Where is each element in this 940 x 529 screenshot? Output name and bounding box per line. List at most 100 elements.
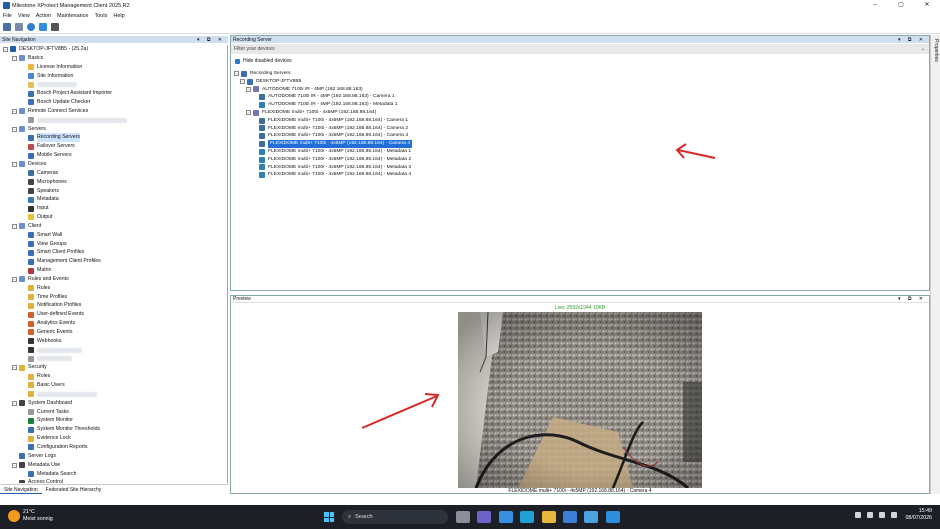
collapse-toggle-icon[interactable]: − (240, 79, 245, 85)
collapse-toggle-icon[interactable]: − (12, 108, 17, 114)
nav-item-time-profiles[interactable]: Time Profiles (0, 293, 227, 302)
nav-item-analytics-events[interactable]: Analytics Events (0, 319, 227, 328)
panel-controls[interactable]: ▾ ⧉ ✕ (197, 37, 225, 43)
nav-item-view-groups[interactable]: View Groups (0, 240, 227, 249)
tab-federated-site-hierarchy[interactable]: Federated Site Hierarchy (42, 485, 106, 494)
nav-item-current-tasks[interactable]: Current Tasks (0, 408, 227, 417)
nav-item-redacted[interactable] (0, 355, 227, 364)
hide-disabled-checkbox[interactable]: Hide disabled devices (235, 58, 292, 64)
collapse-toggle-icon[interactable]: − (12, 55, 17, 61)
copilot-icon[interactable] (498, 511, 513, 523)
menu-file[interactable]: File (3, 13, 12, 19)
clock[interactable]: 15:49 08/07/2026 (905, 508, 932, 522)
nav-item-user-defined-events[interactable]: User-defined Events (0, 310, 227, 319)
nav-item-security[interactable]: − Security (0, 363, 227, 372)
nav-item-redacted[interactable] (0, 346, 227, 355)
chevron-down-icon[interactable]: ⌄ (921, 46, 925, 52)
device-flexidome-multi-7100i-4x5mp-192-168-88-164-metadata-1[interactable]: FLEXIDOME multi+ 7100i - 4x5MP (192.168.… (234, 148, 412, 156)
nav-item-input[interactable]: Input (0, 204, 227, 213)
save-icon[interactable] (3, 23, 11, 31)
nav-item-license-information[interactable]: License Information (0, 63, 227, 72)
volume-icon[interactable] (891, 512, 898, 518)
nav-item-basic-users[interactable]: Basic Users (0, 381, 227, 390)
nav-item-configuration-reports[interactable]: Configuration Reports (0, 443, 227, 452)
device-filter-input[interactable]: Filter your devices ⌄ (231, 44, 929, 54)
nav-item-generic-events[interactable]: Generic Events (0, 328, 227, 337)
nav-item-failover-servers[interactable]: Failover Servers (0, 142, 227, 151)
collapse-toggle-icon[interactable]: − (12, 161, 17, 167)
nav-item-system-monitor-thresholds[interactable]: System Monitor Thresholds (0, 425, 227, 434)
properties-side-panel[interactable]: Properties (930, 35, 940, 494)
panel-controls[interactable]: ▾ ⧉ ✕ (898, 37, 926, 43)
task-view-icon[interactable] (456, 511, 470, 523)
teams-icon[interactable] (477, 511, 492, 523)
nav-item-notification-profiles[interactable]: Notification Profiles (0, 301, 227, 310)
device-flexidome-multi-7100i-4x5mp-192-168-88-164-metadata-4[interactable]: FLEXIDOME multi+ 7100i - 4x5MP (192.168.… (234, 171, 412, 179)
network-status-icon[interactable] (867, 512, 874, 518)
nav-item-remote-connect-services[interactable]: − Remote Connect Services (0, 107, 227, 116)
nav-item-metadata[interactable]: Metadata (0, 195, 227, 204)
nav-item-site-information[interactable]: Site Information (0, 72, 227, 81)
nav-item-bosch-project-assistant-importer[interactable]: Bosch Project Assistant Importer (0, 89, 227, 98)
nav-item-rules[interactable]: Rules (0, 284, 227, 293)
nav-item-recording-servers[interactable]: Recording Servers (0, 133, 227, 143)
collapse-toggle-icon[interactable]: − (234, 71, 239, 77)
nav-item-cameras[interactable]: Cameras (0, 169, 227, 178)
checkbox-checked-icon[interactable] (235, 58, 240, 64)
collapse-toggle-icon[interactable]: − (12, 365, 17, 371)
weather-widget[interactable]: 21°C Meist sonnig (8, 509, 53, 523)
xprotect-client-icon[interactable] (39, 23, 47, 31)
nav-item-desktop-jftv8b5-25-2a[interactable]: − DESKTOP-JFTV8B5 - (25.2a) (0, 45, 227, 54)
nav-item-redacted[interactable] (0, 80, 227, 89)
nav-item-microphones[interactable]: Microphones (0, 178, 227, 187)
nav-item-servers[interactable]: − Servers (0, 125, 227, 134)
device-recording-servers[interactable]: − Recording Servers (234, 70, 412, 78)
device-flexidome-multi-7100i-4x5mp-192-168-88-164-camera-2[interactable]: FLEXIDOME multi+ 7100i - 4x5MP (192.168.… (234, 125, 412, 133)
device-flexidome-multi-7100i-4x5mp-192-168-88-164-camera-4[interactable]: FLEXIDOME multi+ 7100i - 4x5MP (192.168.… (234, 140, 413, 148)
menu-tools[interactable]: Tools (95, 13, 108, 19)
collapse-toggle-icon[interactable]: − (246, 86, 251, 92)
nav-item-basics[interactable]: − Basics (0, 54, 227, 63)
collapse-toggle-icon[interactable]: − (12, 276, 17, 282)
device-flexidome-multi-7100i-4x5mp-192-168-88-164-camera-3[interactable]: FLEXIDOME multi+ 7100i - 4x5MP (192.168.… (234, 132, 412, 140)
nav-item-webhooks[interactable]: Webhooks (0, 337, 227, 346)
nav-item-devices[interactable]: − Devices (0, 160, 227, 169)
nav-item-server-logs[interactable]: Server Logs (0, 452, 227, 461)
refresh-icon[interactable] (15, 23, 23, 31)
collapse-toggle-icon[interactable]: − (12, 462, 17, 468)
store-icon[interactable] (562, 511, 577, 523)
chevron-up-icon[interactable] (855, 512, 862, 518)
explorer-icon[interactable] (541, 511, 556, 523)
nav-item-client[interactable]: − Client (0, 222, 227, 231)
nav-item-speakers[interactable]: Speakers (0, 187, 227, 196)
menu-help[interactable]: Help (113, 13, 124, 19)
device-flexidome-multi-7100i-4x5mp-192-168-88-164-camera-1[interactable]: FLEXIDOME multi+ 7100i - 4x5MP (192.168.… (234, 117, 412, 125)
nav-item-access-control[interactable]: Access Control (0, 478, 227, 483)
menu-view[interactable]: View (18, 13, 30, 19)
collapse-toggle-icon[interactable]: − (12, 126, 17, 132)
collapse-toggle-icon[interactable]: − (12, 223, 17, 229)
device-autodome-7100i-ir-4mp-192-168-88-163-metadata-1[interactable]: AUTODOME 7100i IR - 4MP (192.168.88.163)… (234, 101, 412, 109)
device-flexidome-multi-7100i-4x5mp-192-168-88-164[interactable]: − FLEXIDOME multi+ 7100i - 4x5MP (192.168… (234, 109, 412, 117)
nav-item-system-monitor[interactable]: System Monitor (0, 416, 227, 425)
minimize-button[interactable]: – (862, 0, 888, 11)
device-flexidome-multi-7100i-4x5mp-192-168-88-164-metadata-3[interactable]: FLEXIDOME multi+ 7100i - 4x5MP (192.168.… (234, 164, 412, 172)
nav-item-management-client-profiles[interactable]: Management Client Profiles (0, 257, 227, 266)
collapse-toggle-icon[interactable]: − (12, 400, 17, 406)
close-button[interactable]: ✕ (914, 0, 940, 11)
panel-controls[interactable]: ▾ ⧉ ✕ (898, 296, 926, 302)
device-flexidome-multi-7100i-4x5mp-192-168-88-164-metadata-2[interactable]: FLEXIDOME multi+ 7100i - 4x5MP (192.168.… (234, 156, 412, 164)
nav-item-bosch-update-checker[interactable]: Bosch Update Checker (0, 98, 227, 107)
nav-item-smart-client-profiles[interactable]: Smart Client Profiles (0, 248, 227, 257)
nav-item-system-dashboard[interactable]: − System Dashboard (0, 399, 227, 408)
device-autodome-7100i-ir-4mp-192-168-88-163[interactable]: − AUTODOME 7100i IR - 4MP (192.168.88.163… (234, 86, 412, 94)
help-icon[interactable] (27, 23, 35, 31)
xprotect-icon[interactable] (584, 511, 599, 523)
nav-item-output[interactable]: Output (0, 213, 227, 222)
nav-item-redacted[interactable] (0, 116, 227, 125)
device-autodome-7100i-ir-4mp-192-168-88-163-camera-1[interactable]: AUTODOME 7100i IR - 4MP (192.168.88.163)… (234, 93, 412, 101)
collapse-toggle-icon[interactable]: − (246, 110, 251, 116)
edge-icon[interactable] (520, 511, 535, 523)
nav-item-evidence-lock[interactable]: Evidence Lock (0, 434, 227, 443)
nav-item-metadata-search[interactable]: Metadata Search (0, 470, 227, 479)
